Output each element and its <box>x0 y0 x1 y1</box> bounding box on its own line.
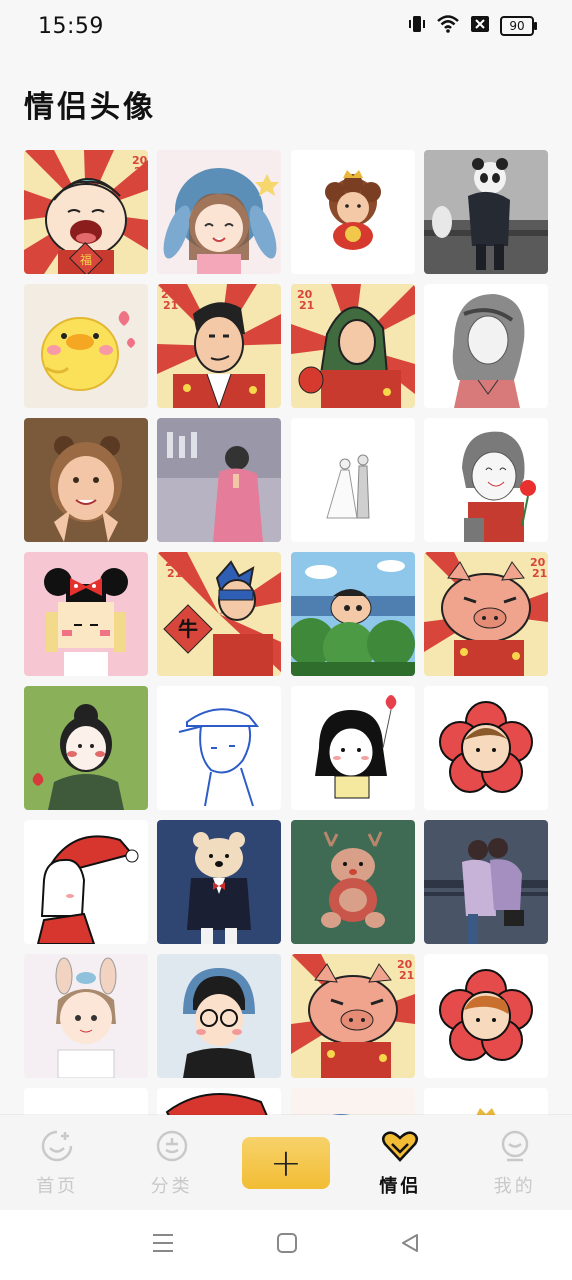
avatar-buriburi-pig[interactable]: 20 21 <box>423 552 548 676</box>
avatar-grid[interactable]: 福 20 21 20 21 20 21 牛 20 21 20 21 20 21 <box>24 150 548 1120</box>
nav-profile[interactable]: 我的 <box>460 1123 570 1203</box>
avatar-girl-photo[interactable] <box>24 418 148 542</box>
no-sim-icon <box>470 14 490 38</box>
avatar-wedding-couple-sketch[interactable] <box>290 418 415 542</box>
avatar-boy-flower-sketch[interactable] <box>423 418 548 542</box>
nav-profile-label: 我的 <box>493 1175 536 1197</box>
avatar-girl-kitchen-photo[interactable] <box>157 418 282 542</box>
svg-text:21: 21 <box>299 299 314 312</box>
status-time: 15:59 <box>38 13 104 39</box>
avatar-bear-suit[interactable] <box>157 820 282 944</box>
menu-icon[interactable] <box>151 1232 175 1258</box>
nav-category-label: 分类 <box>150 1175 193 1197</box>
avatar-sketch-girl[interactable] <box>423 284 548 408</box>
back-triangle-icon[interactable] <box>399 1232 421 1258</box>
avatar-crayon-man-2021[interactable]: 20 21 <box>157 284 282 408</box>
status-icons: 90 <box>408 14 537 38</box>
bottom-nav: 首页 分类 + 情侣 我的 <box>0 1115 572 1210</box>
svg-text:21: 21 <box>532 567 547 580</box>
nav-category[interactable]: 分类 <box>117 1123 227 1203</box>
avatar-crayon-action-mask-niu[interactable]: 牛 20 21 <box>157 552 282 676</box>
add-button[interactable]: + <box>241 1136 330 1189</box>
avatar-girl-green-scarf[interactable] <box>24 686 148 810</box>
avatar-glasses-boy[interactable] <box>157 954 282 1078</box>
avatar-crayon-shinchan-fu-crying[interactable]: 福 20 21 <box>24 150 148 274</box>
avatar-pixel-minnie-girl[interactable] <box>24 552 148 676</box>
profile-face-icon <box>497 1128 533 1168</box>
svg-text:21: 21 <box>399 969 414 982</box>
status-bar: 15:59 90 <box>0 0 572 52</box>
avatar-crayon-woman-lantern[interactable]: 20 21 <box>290 284 415 408</box>
battery-icon: 90 <box>500 16 537 36</box>
nav-couple[interactable]: 情侣 <box>345 1123 455 1203</box>
home-square-icon[interactable] <box>276 1232 298 1258</box>
avatar-line-boy-cap[interactable] <box>157 686 282 810</box>
avatar-yellow-chick[interactable] <box>24 284 148 408</box>
wifi-icon <box>436 14 460 38</box>
avatar-reindeer-bear[interactable] <box>290 820 415 944</box>
nav-home-label: 首页 <box>36 1175 79 1197</box>
avatar-girl-heart-balloon[interactable] <box>290 686 415 810</box>
avatar-panda-hat-photo[interactable] <box>423 150 548 274</box>
nav-couple-label: 情侣 <box>379 1175 422 1197</box>
page-title: 情侣头像 <box>24 90 156 125</box>
svg-text:21: 21 <box>163 299 178 312</box>
avatar-bunny-ears-boy[interactable] <box>24 954 148 1078</box>
avatar-shinchan-bush[interactable] <box>290 552 415 676</box>
avatar-boy-flower-frame[interactable] <box>423 686 548 810</box>
svg-text:牛: 牛 <box>178 617 198 641</box>
avatar-buriburi-pig-2[interactable]: 20 21 <box>290 954 415 1078</box>
system-nav-bar <box>0 1210 572 1280</box>
avatar-girl-flower-frame[interactable] <box>423 954 548 1078</box>
category-face-icon <box>154 1128 190 1168</box>
svg-text:福: 福 <box>80 252 92 267</box>
avatar-couple-hug-photo[interactable] <box>423 820 548 944</box>
plus-icon: + <box>270 1140 302 1185</box>
avatar-curly-hair-baby[interactable] <box>290 150 415 274</box>
vibrate-icon <box>408 14 426 38</box>
avatar-christmas-hat-girl[interactable] <box>24 820 148 944</box>
svg-text:21: 21 <box>134 165 148 178</box>
avatar-girl-bunny-hood[interactable] <box>157 150 282 274</box>
svg-text:21: 21 <box>167 567 182 580</box>
couple-heart-icon <box>380 1128 420 1168</box>
home-smile-icon <box>39 1128 75 1168</box>
nav-add[interactable]: + <box>231 1123 341 1203</box>
nav-home[interactable]: 首页 <box>2 1123 112 1203</box>
